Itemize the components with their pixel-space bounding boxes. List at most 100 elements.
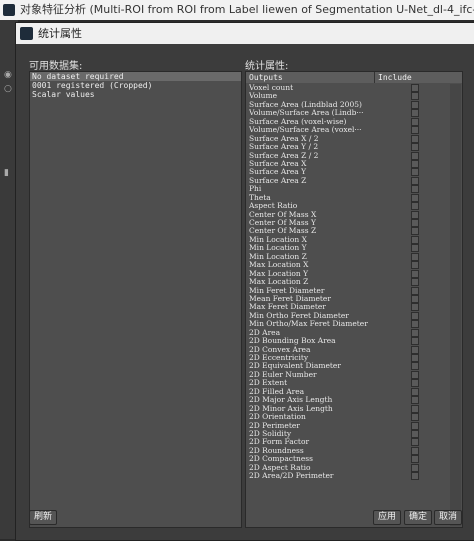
include-checkbox[interactable]	[411, 117, 419, 126]
include-checkbox[interactable]	[411, 455, 419, 464]
include-checkbox[interactable]	[411, 345, 419, 354]
include-checkbox[interactable]	[411, 244, 419, 253]
property-row[interactable]: 2D Orientation	[246, 413, 462, 422]
property-row[interactable]: Volume/Surface Area (voxel···	[246, 126, 462, 135]
property-row[interactable]: Center Of Mass Y	[246, 219, 462, 227]
include-checkbox[interactable]	[411, 235, 419, 244]
property-row[interactable]: Min Ortho Feret Diameter	[246, 311, 462, 320]
include-checkbox[interactable]	[411, 159, 419, 168]
property-row[interactable]: 2D Area	[246, 328, 462, 337]
include-checkbox[interactable]	[411, 185, 419, 194]
include-checkbox[interactable]	[411, 151, 419, 160]
include-checkbox[interactable]	[411, 143, 419, 152]
include-checkbox[interactable]	[411, 438, 419, 447]
property-row[interactable]: Volume/Surface Area (Lindb···	[246, 109, 462, 118]
property-row[interactable]: Surface Area (voxel-wise)	[246, 117, 462, 126]
include-checkbox[interactable]	[411, 303, 419, 312]
include-checkbox[interactable]	[411, 429, 419, 438]
include-checkbox[interactable]	[411, 219, 419, 227]
apply-button[interactable]: 应用	[373, 510, 402, 525]
property-row[interactable]: Max Location Y	[246, 269, 462, 278]
property-row[interactable]: Max Location Z	[246, 278, 462, 287]
include-checkbox[interactable]	[411, 387, 419, 396]
include-checkbox[interactable]	[411, 370, 419, 379]
include-checkbox[interactable]	[411, 269, 419, 278]
property-row[interactable]: 2D Extent	[246, 379, 462, 388]
dataset-item[interactable]: Scalar values	[30, 90, 241, 99]
dataset-item[interactable]: 0001 registered (Cropped)	[30, 81, 241, 90]
refresh-button[interactable]: 刷新	[29, 510, 58, 525]
include-checkbox[interactable]	[411, 278, 419, 287]
property-row[interactable]: Center Of Mass X	[246, 210, 462, 219]
include-checkbox[interactable]	[411, 202, 419, 211]
include-checkbox[interactable]	[411, 193, 419, 202]
property-row[interactable]: 2D Aspect Ratio	[246, 463, 462, 472]
property-row[interactable]: Max Location X	[246, 261, 462, 270]
property-row[interactable]: 2D Compactness	[246, 455, 462, 464]
include-checkbox[interactable]	[411, 404, 419, 413]
properties-scrollbar[interactable]	[450, 84, 461, 526]
include-checkbox[interactable]	[411, 328, 419, 337]
property-row[interactable]: 2D Solidity	[246, 429, 462, 438]
include-checkbox[interactable]	[411, 362, 419, 371]
dataset-item[interactable]: No dataset required	[30, 72, 241, 81]
include-checkbox[interactable]	[411, 92, 419, 101]
property-row[interactable]: Surface Area Z / 2	[246, 151, 462, 160]
include-checkbox[interactable]	[411, 320, 419, 329]
property-row[interactable]: Aspect Ratio	[246, 202, 462, 211]
include-checkbox[interactable]	[411, 134, 419, 143]
include-checkbox[interactable]	[411, 463, 419, 472]
include-checkbox[interactable]	[411, 100, 419, 109]
include-checkbox[interactable]	[411, 446, 419, 455]
include-checkbox[interactable]	[411, 354, 419, 362]
property-row[interactable]: Min Location Y	[246, 244, 462, 253]
property-row[interactable]: Max Feret Diameter	[246, 303, 462, 312]
dataset-list[interactable]: No dataset required 0001 registered (Cro…	[29, 71, 242, 528]
property-row[interactable]: 2D Filled Area	[246, 387, 462, 396]
ok-button[interactable]: 确定	[404, 510, 433, 525]
include-checkbox[interactable]	[411, 84, 419, 92]
property-row[interactable]: Volume	[246, 92, 462, 101]
property-row[interactable]: Surface Area Y / 2	[246, 143, 462, 152]
property-row[interactable]: Surface Area X	[246, 159, 462, 168]
include-checkbox[interactable]	[411, 227, 419, 236]
include-checkbox[interactable]	[411, 168, 419, 177]
property-row[interactable]: 2D Equivalent Diameter	[246, 362, 462, 371]
include-checkbox[interactable]	[411, 210, 419, 219]
property-row[interactable]: 2D Bounding Box Area	[246, 337, 462, 346]
property-row[interactable]: Min Ortho/Max Feret Diameter	[246, 320, 462, 329]
property-row[interactable]: 2D Eccentricity	[246, 354, 462, 362]
include-checkbox[interactable]	[411, 413, 419, 422]
property-row[interactable]: 2D Euler Number	[246, 370, 462, 379]
include-checkbox[interactable]	[411, 396, 419, 405]
include-column-header[interactable]: Include	[374, 72, 412, 83]
property-row[interactable]: Phi	[246, 185, 462, 194]
property-row[interactable]: 2D Minor Axis Length	[246, 404, 462, 413]
property-row[interactable]: 2D Roundness	[246, 446, 462, 455]
property-row[interactable]: Min Feret Diameter	[246, 286, 462, 295]
property-row[interactable]: 2D Perimeter	[246, 421, 462, 430]
property-row[interactable]: Min Location Z	[246, 252, 462, 261]
include-checkbox[interactable]	[411, 337, 419, 346]
property-row[interactable]: 2D Area/2D Perimeter	[246, 472, 462, 481]
include-checkbox[interactable]	[411, 472, 419, 481]
include-checkbox[interactable]	[411, 379, 419, 388]
property-row[interactable]: Min Location X	[246, 235, 462, 244]
include-checkbox[interactable]	[411, 294, 419, 303]
property-row[interactable]: Theta	[246, 193, 462, 202]
property-row[interactable]: Center Of Mass Z	[246, 227, 462, 236]
include-checkbox[interactable]	[411, 261, 419, 270]
outputs-column-header[interactable]: Outputs	[249, 72, 283, 83]
include-checkbox[interactable]	[411, 311, 419, 320]
property-row[interactable]: Surface Area Z	[246, 176, 462, 185]
include-checkbox[interactable]	[411, 126, 419, 135]
property-row[interactable]: 2D Form Factor	[246, 438, 462, 447]
include-checkbox[interactable]	[411, 286, 419, 295]
property-row[interactable]: Mean Feret Diameter	[246, 294, 462, 303]
include-checkbox[interactable]	[411, 109, 419, 118]
include-checkbox[interactable]	[411, 252, 419, 261]
include-checkbox[interactable]	[411, 421, 419, 430]
property-row[interactable]: Voxel count	[246, 84, 462, 92]
property-row[interactable]: Surface Area Y	[246, 168, 462, 177]
property-row[interactable]: Surface Area (Lindblad 2005)	[246, 100, 462, 109]
